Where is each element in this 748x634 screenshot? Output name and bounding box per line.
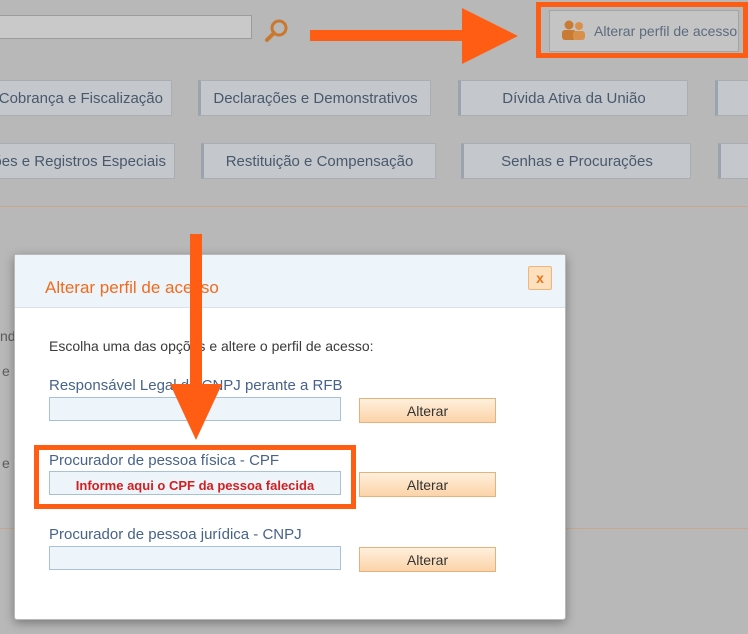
annotation-arrows bbox=[170, 8, 518, 440]
arrow-down-icon bbox=[170, 234, 222, 440]
arrow-right-icon bbox=[310, 8, 518, 64]
